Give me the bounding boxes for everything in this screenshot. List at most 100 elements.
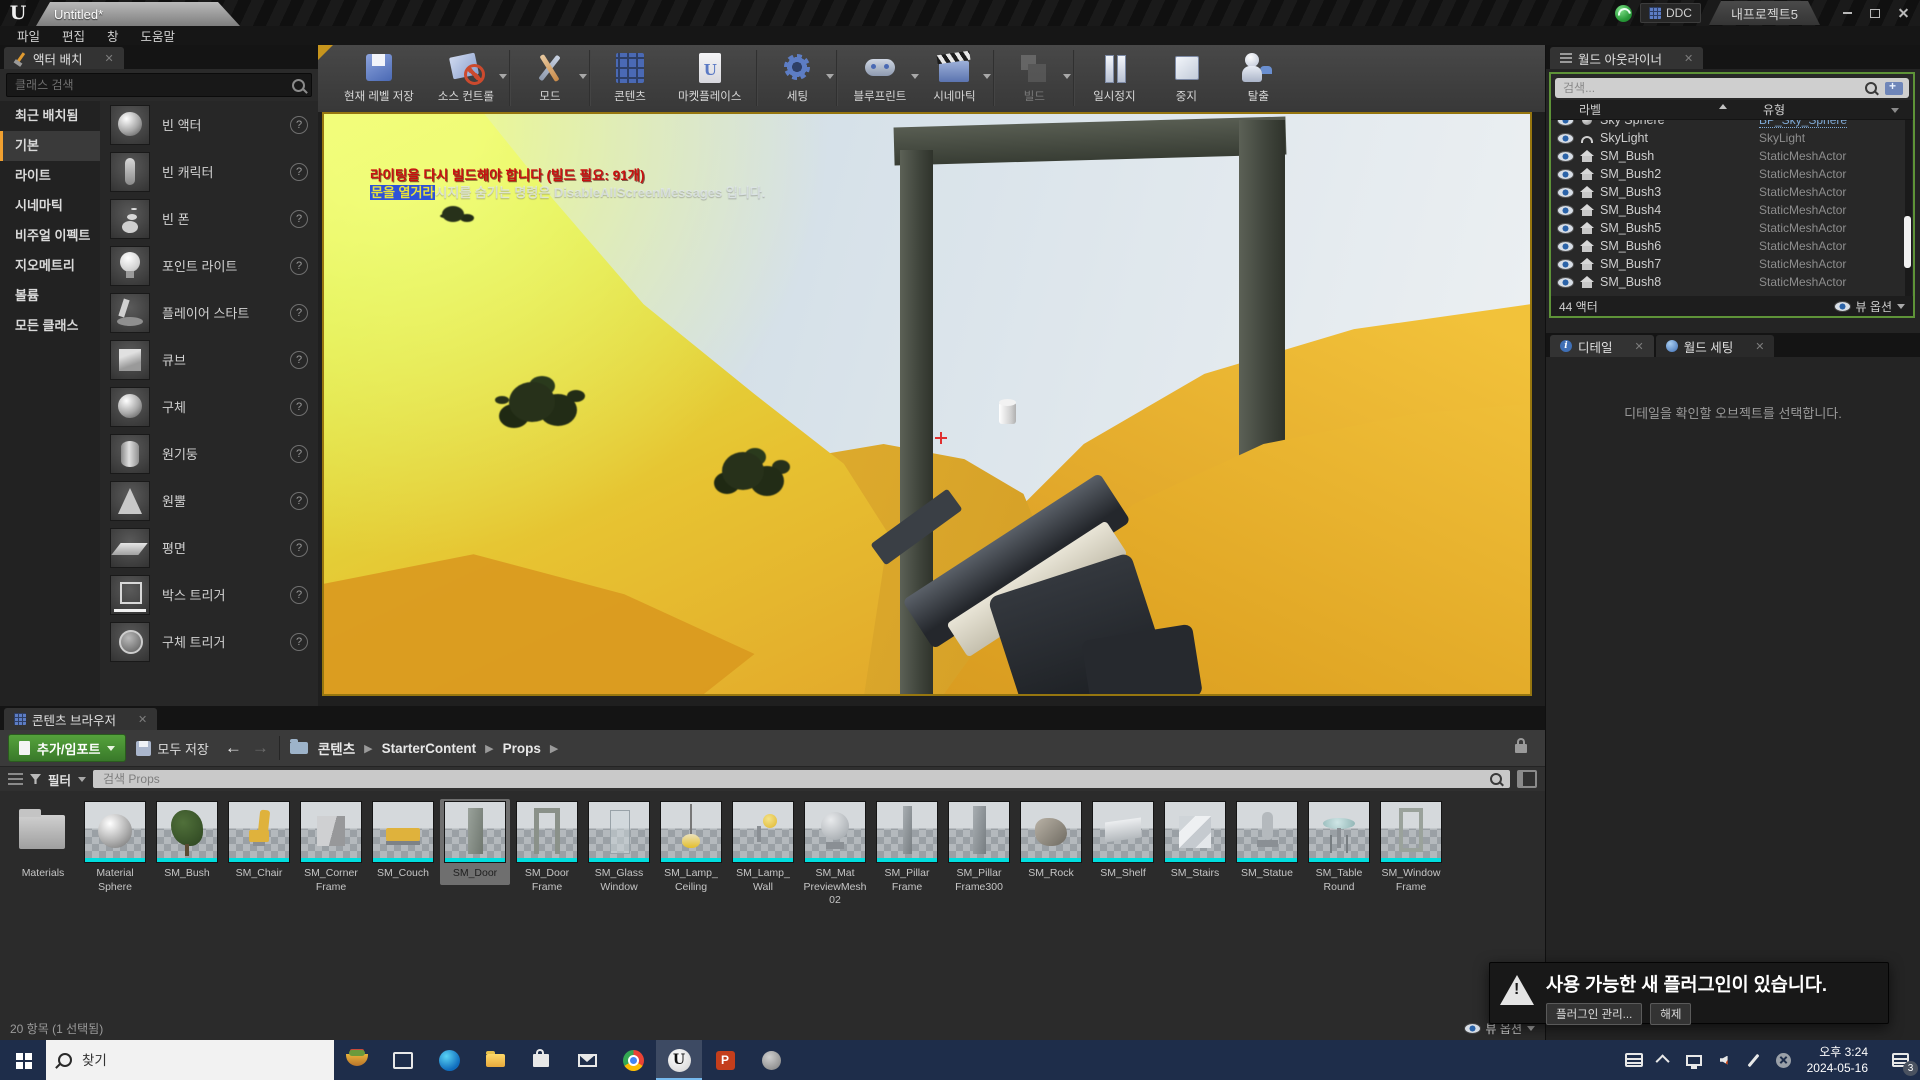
widgets-tray-button[interactable] (1619, 1040, 1649, 1080)
task-view-taskbar-button[interactable] (380, 1040, 426, 1080)
chrome-taskbar-button[interactable] (610, 1040, 656, 1080)
tab-place-actors[interactable]: 액터 배치 ✕ (4, 47, 124, 69)
toolbar-source-button[interactable]: 소스 컨트롤 (426, 50, 506, 105)
category-3[interactable]: 시네마틱 (0, 191, 100, 221)
chevron-down-icon[interactable] (499, 74, 507, 79)
store-taskbar-button[interactable] (518, 1040, 564, 1080)
taskbar-search-box[interactable] (46, 1040, 334, 1080)
asset-tile[interactable]: SM_Pillar Frame (872, 799, 942, 898)
outliner-row[interactable]: SM_Bush2StaticMeshActor (1551, 165, 1913, 183)
add-import-button[interactable]: 추가/임포트 (8, 734, 126, 762)
eye-icon[interactable] (1557, 187, 1574, 198)
outliner-search-input[interactable] (1561, 80, 1861, 96)
place-actor-item[interactable]: 포인트 라이트? (100, 242, 318, 289)
menu-item-3[interactable]: 도움말 (130, 26, 187, 45)
help-icon[interactable]: ? (290, 445, 308, 463)
asset-tile[interactable]: SM_Door Frame (512, 799, 582, 898)
asset-tile[interactable]: SM_Table Round (1304, 799, 1374, 898)
level-tab[interactable]: Untitled* (36, 2, 240, 26)
outliner-row[interactable]: SM_BushStaticMeshActor (1551, 147, 1913, 165)
toolbar-content-button[interactable]: 콘텐츠 (594, 50, 666, 105)
close-icon[interactable]: ✕ (1684, 52, 1693, 65)
asset-tile[interactable]: Material Sphere (80, 799, 150, 898)
taskbar-search-input[interactable] (80, 1052, 322, 1069)
toolbar-marketplace-button[interactable]: 마켓플레이스 (666, 50, 753, 105)
outliner-row[interactable]: SM_Bush6StaticMeshActor (1551, 237, 1913, 255)
close-icon[interactable]: ✕ (138, 713, 147, 726)
close-icon[interactable]: ✕ (1755, 340, 1764, 353)
breadcrumb-item[interactable]: StarterContent (382, 741, 477, 756)
help-icon[interactable]: ? (290, 116, 308, 134)
unreal-taskbar-button[interactable]: U (656, 1040, 702, 1080)
category-1[interactable]: 기본 (0, 131, 100, 161)
tab-details[interactable]: i 디테일 ✕ (1550, 335, 1654, 357)
asset-tile[interactable]: SM_Stairs (1160, 799, 1230, 885)
place-actor-item[interactable]: 구체? (100, 383, 318, 430)
breadcrumb-item[interactable]: Props (503, 741, 541, 756)
place-actor-item[interactable]: 빈 캐릭터? (100, 148, 318, 195)
help-icon[interactable]: ? (290, 304, 308, 322)
help-icon[interactable]: ? (290, 210, 308, 228)
category-6[interactable]: 볼륨 (0, 281, 100, 311)
chevron-down-icon[interactable] (1063, 74, 1071, 79)
outliner-row[interactable]: SM_Bush4StaticMeshActor (1551, 201, 1913, 219)
help-icon[interactable]: ? (290, 163, 308, 181)
chevron-tray-button[interactable] (1649, 1040, 1679, 1080)
toolbar-build-button[interactable]: 빌드 (998, 50, 1070, 105)
outliner-view-options[interactable]: 뷰 옵션 (1834, 298, 1905, 315)
chevron-down-icon[interactable] (826, 74, 834, 79)
outliner-row[interactable]: SM_Bush7StaticMeshActor (1551, 255, 1913, 273)
network-tray-button[interactable] (1679, 1040, 1709, 1080)
place-actor-item[interactable]: 원기둥? (100, 430, 318, 477)
circlex-tray-button[interactable] (1769, 1040, 1799, 1080)
help-icon[interactable]: ? (290, 633, 308, 651)
place-actor-item[interactable]: 플레이어 스타트? (100, 289, 318, 336)
help-icon[interactable]: ? (290, 351, 308, 369)
manage-plugins-button[interactable]: 플러그인 관리... (1546, 1003, 1642, 1025)
chevron-down-icon[interactable] (983, 74, 991, 79)
level-viewport[interactable]: 라이팅을 다시 빌드해야 합니다 (빌드 필요: 91개) 문을 열거라시지를 … (322, 112, 1532, 696)
close-icon[interactable]: ✕ (1635, 340, 1644, 353)
asset-tile[interactable]: SM_Shelf (1088, 799, 1158, 885)
asset-search-input[interactable] (101, 771, 1484, 787)
eye-icon[interactable] (1557, 205, 1574, 216)
powerpoint-taskbar-button[interactable]: P (702, 1040, 748, 1080)
forward-arrow-icon[interactable]: → (252, 738, 269, 758)
asset-tile[interactable]: SM_Couch (368, 799, 438, 885)
toolbar-settings-button[interactable]: 세팅 (761, 50, 833, 105)
eye-icon[interactable] (1557, 151, 1574, 162)
help-icon[interactable]: ? (290, 257, 308, 275)
tab-world-outliner[interactable]: 월드 아웃라이너 ✕ (1550, 47, 1703, 69)
outliner-row[interactable]: Sky SphereBP_Sky_Sphere (1551, 120, 1913, 129)
file-explorer-taskbar-button[interactable] (472, 1040, 518, 1080)
close-icon[interactable]: ✕ (104, 52, 113, 65)
type-filter-caret-icon[interactable] (1891, 108, 1899, 113)
eye-icon[interactable] (1557, 259, 1574, 270)
asset-tile[interactable]: SM_Door (440, 799, 510, 885)
eye-icon[interactable] (1557, 133, 1574, 144)
project-tab[interactable]: 내프로젝트5 (1709, 1, 1820, 25)
asset-tile[interactable]: SM_Pillar Frame300 (944, 799, 1014, 898)
asset-tile[interactable]: SM_Window Frame (1376, 799, 1446, 898)
new-folder-icon[interactable] (1885, 82, 1903, 95)
category-2[interactable]: 라이트 (0, 161, 100, 191)
asset-tile[interactable]: SM_Lamp_ Ceiling (656, 799, 726, 898)
class-search-input[interactable] (13, 77, 292, 93)
ddc-button[interactable]: DDC (1640, 3, 1701, 23)
label-column-header[interactable]: 라벨 (1579, 101, 1601, 118)
mail-taskbar-button[interactable] (564, 1040, 610, 1080)
place-actor-item[interactable]: 원뿔? (100, 477, 318, 524)
minimize-button[interactable] (1834, 4, 1860, 22)
asset-tile[interactable]: SM_Bush (152, 799, 222, 885)
breadcrumb-item[interactable]: 콘텐츠 (318, 738, 355, 758)
chevron-down-icon[interactable] (579, 74, 587, 79)
eye-icon[interactable] (1557, 241, 1574, 252)
help-icon[interactable]: ? (290, 586, 308, 604)
panel-toggle-icon[interactable] (1517, 770, 1537, 788)
asset-tile[interactable]: Materials (8, 799, 78, 885)
place-actor-item[interactable]: 큐브? (100, 336, 318, 383)
tab-world-settings[interactable]: 월드 세팅 ✕ (1656, 335, 1775, 357)
tab-content-browser[interactable]: 콘텐츠 브라우저 ✕ (4, 708, 157, 730)
asset-tile[interactable]: SM_Corner Frame (296, 799, 366, 898)
dismiss-button[interactable]: 해제 (1650, 1003, 1691, 1025)
